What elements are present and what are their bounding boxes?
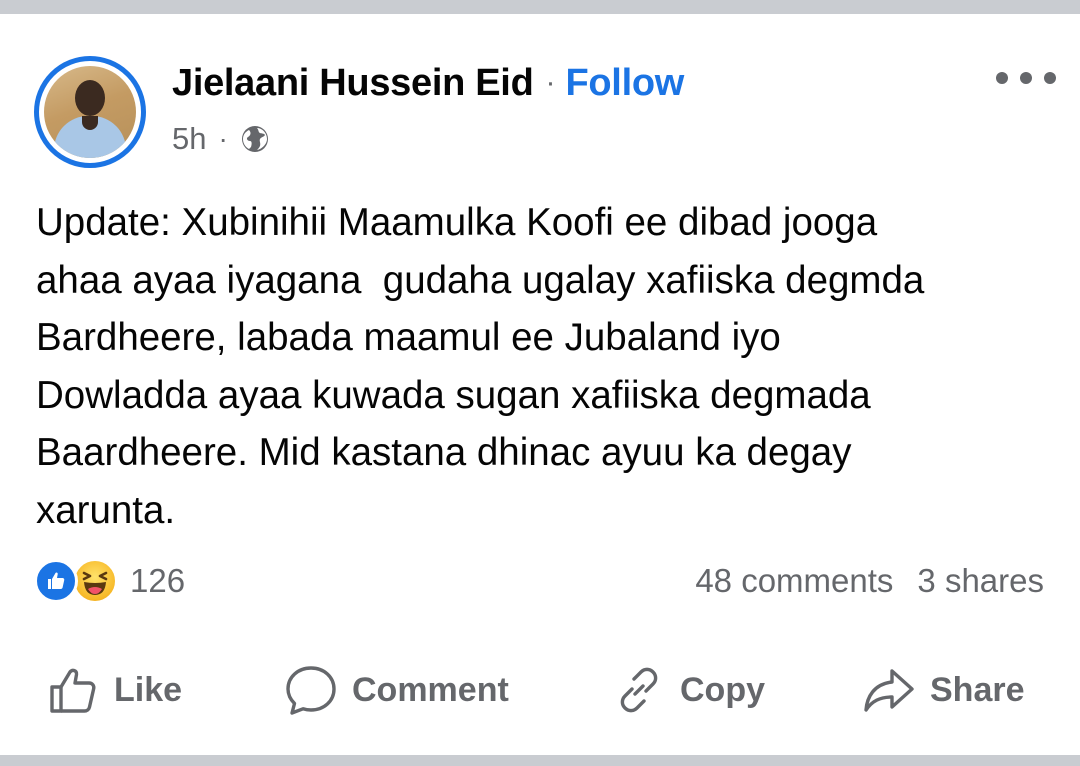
action-bar: Like Comment Copy Share xyxy=(0,660,1080,720)
post-meta: 5h · xyxy=(172,118,270,160)
bottom-divider xyxy=(0,755,1080,766)
avatar-photo xyxy=(44,66,136,158)
comment-button[interactable]: Comment xyxy=(284,660,509,720)
follow-button[interactable]: Follow xyxy=(565,62,684,105)
comments-count[interactable]: 48 comments xyxy=(695,562,893,600)
meta-separator: · xyxy=(218,123,228,154)
share-label: Share xyxy=(930,670,1025,709)
author-avatar[interactable] xyxy=(34,56,146,168)
globe-icon[interactable] xyxy=(240,124,270,154)
thumbs-up-icon xyxy=(50,668,96,713)
engagement-stats: 48 comments 3 shares xyxy=(695,557,1044,605)
like-button[interactable]: Like xyxy=(46,660,182,720)
post-header: Jielaani Hussein Eid · Follow xyxy=(172,58,684,108)
link-icon xyxy=(620,667,658,713)
name-separator: · xyxy=(545,66,556,99)
post-timestamp[interactable]: 5h xyxy=(172,121,206,157)
copy-label: Copy xyxy=(680,670,765,709)
comment-bubble-icon xyxy=(286,666,336,715)
haha-reaction-icon xyxy=(72,558,118,604)
post-body-text: Update: Xubinihii Maamulka Koofi ee diba… xyxy=(36,201,925,532)
reactions-summary[interactable]: 126 xyxy=(34,557,185,605)
author-name[interactable]: Jielaani Hussein Eid xyxy=(172,62,534,105)
comment-label: Comment xyxy=(352,670,509,709)
more-icon xyxy=(996,72,1008,84)
share-arrow-icon xyxy=(864,669,914,712)
shares-count[interactable]: 3 shares xyxy=(917,562,1044,600)
more-options-button[interactable] xyxy=(996,60,1056,96)
like-reaction-icon xyxy=(34,559,78,603)
like-label: Like xyxy=(114,670,183,709)
top-divider xyxy=(0,0,1080,14)
reaction-count: 126 xyxy=(130,562,186,599)
copy-button[interactable]: Copy xyxy=(612,660,765,720)
share-button[interactable]: Share xyxy=(862,660,1025,720)
